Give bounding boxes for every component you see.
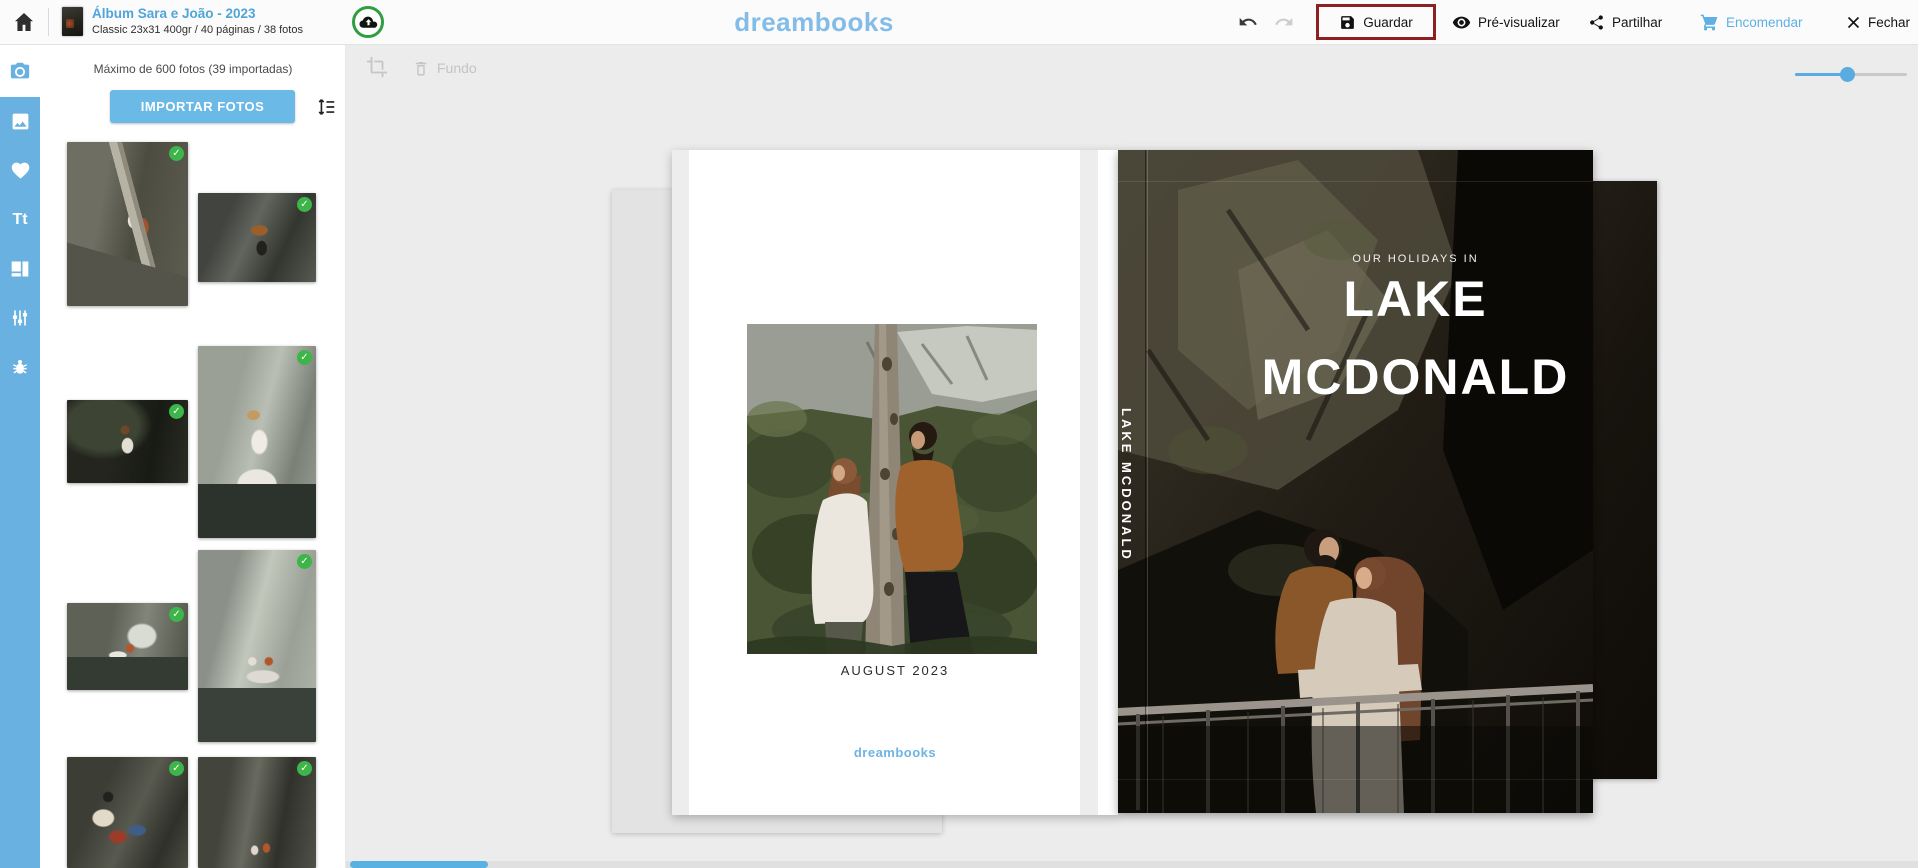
photo-thumbnail[interactable]: ✓ bbox=[198, 550, 316, 742]
save-label: Guardar bbox=[1363, 15, 1413, 30]
photo-thumbnail[interactable]: ✓ bbox=[198, 346, 316, 538]
upload-status-badge[interactable] bbox=[352, 6, 384, 38]
image-icon bbox=[10, 111, 31, 132]
front-cover-photo bbox=[1118, 150, 1593, 813]
close-button[interactable]: Fechar bbox=[1846, 0, 1910, 44]
selected-check-icon: ✓ bbox=[297, 761, 312, 776]
album-thumbnail[interactable] bbox=[62, 7, 83, 36]
crop-icon[interactable] bbox=[366, 56, 388, 78]
redo-icon[interactable] bbox=[1274, 12, 1294, 32]
back-cover-page[interactable]: TO NEVER FORGET bbox=[672, 150, 1118, 815]
bleed-strip-left bbox=[672, 150, 689, 815]
sidebar-item-photos[interactable] bbox=[0, 44, 40, 97]
save-icon bbox=[1339, 14, 1356, 31]
selected-check-icon: ✓ bbox=[169, 404, 184, 419]
spine-fold-line bbox=[1145, 150, 1146, 813]
back-cover-photo[interactable] bbox=[747, 324, 1037, 654]
bleed-strip-spine bbox=[1080, 150, 1098, 815]
header-divider bbox=[48, 8, 49, 36]
sidebar-item-adjustments[interactable] bbox=[10, 307, 31, 328]
sidebar-item-text[interactable]: Tt bbox=[10, 209, 31, 230]
share-label: Partilhar bbox=[1612, 15, 1662, 30]
photo-thumbnail[interactable]: ✓ bbox=[198, 757, 316, 868]
front-cover-kicker[interactable]: OUR HOLIDAYS IN bbox=[1238, 253, 1593, 265]
heart-icon bbox=[10, 160, 31, 181]
photo-thumbnail[interactable]: ✓ bbox=[198, 193, 316, 282]
home-button[interactable] bbox=[12, 10, 36, 34]
photo-thumbnail[interactable]: ✓ bbox=[67, 400, 188, 483]
background-tool-button[interactable]: Fundo bbox=[412, 56, 477, 80]
front-cover-title-line1[interactable]: LAKE bbox=[1238, 274, 1593, 324]
home-icon bbox=[12, 10, 36, 34]
close-label: Fechar bbox=[1868, 15, 1910, 30]
share-icon bbox=[1588, 14, 1605, 31]
import-photos-button[interactable]: IMPORTAR FOTOS bbox=[110, 90, 295, 123]
sidebar-item-layouts[interactable] bbox=[10, 258, 31, 279]
background-tool-label: Fundo bbox=[437, 60, 477, 76]
photobook-editor: Álbum Sara e João - 2023 Classic 23x31 4… bbox=[0, 0, 1918, 868]
selected-check-icon: ✓ bbox=[169, 146, 184, 161]
selected-check-icon: ✓ bbox=[297, 350, 312, 365]
save-button[interactable]: Guardar bbox=[1316, 4, 1436, 40]
cloud-upload-icon bbox=[358, 12, 379, 33]
close-icon bbox=[1846, 15, 1861, 30]
sidebar-item-images[interactable] bbox=[10, 111, 31, 132]
front-cover-page[interactable]: LAKE MCDONALD OUR HOLIDAYS IN LAKE MCDON… bbox=[1118, 150, 1593, 813]
tool-sidebar: Tt bbox=[0, 97, 40, 868]
text-tool-icon: Tt bbox=[12, 209, 27, 230]
app-logo: dreambooks bbox=[664, 7, 964, 38]
cart-icon bbox=[1700, 13, 1719, 32]
order-label: Encomendar bbox=[1726, 15, 1803, 30]
sliders-icon bbox=[10, 308, 30, 328]
sidebar-item-favorites[interactable] bbox=[10, 160, 31, 181]
photo-thumbnail[interactable]: ✓ bbox=[67, 757, 188, 868]
trash-icon bbox=[412, 59, 430, 77]
photo-limit-text: Máximo de 600 fotos (39 importadas) bbox=[40, 62, 346, 76]
top-bar: Álbum Sara e João - 2023 Classic 23x31 4… bbox=[0, 0, 1918, 45]
preview-button[interactable]: Pré-visualizar bbox=[1452, 0, 1560, 44]
bug-icon bbox=[10, 357, 30, 377]
front-cover-title-line2[interactable]: MCDONALD bbox=[1238, 352, 1593, 402]
back-cover-caption[interactable]: AUGUST 2023 bbox=[672, 663, 1118, 678]
album-subtitle: Classic 23x31 400gr / 40 páginas / 38 fo… bbox=[92, 24, 303, 36]
horizontal-scrollbar-thumb[interactable] bbox=[350, 861, 488, 868]
order-button[interactable]: Encomendar bbox=[1700, 0, 1803, 44]
layout-icon bbox=[10, 259, 30, 279]
back-cover-brand: dreambooks bbox=[672, 745, 1118, 760]
wrap-fold-line-top bbox=[1118, 181, 1593, 182]
album-title[interactable]: Álbum Sara e João - 2023 bbox=[92, 6, 256, 21]
eye-icon bbox=[1452, 13, 1471, 32]
photo-thumbnail[interactable]: ✓ bbox=[67, 142, 188, 306]
horizontal-scrollbar-track[interactable] bbox=[346, 861, 1918, 868]
camera-icon bbox=[9, 60, 31, 82]
spine-fold-highlight bbox=[1147, 150, 1148, 813]
zoom-slider-thumb[interactable] bbox=[1840, 67, 1855, 82]
selected-check-icon: ✓ bbox=[297, 197, 312, 212]
share-button[interactable]: Partilhar bbox=[1588, 0, 1662, 44]
sort-icon[interactable] bbox=[315, 96, 337, 118]
spine-title[interactable]: LAKE MCDONALD bbox=[1119, 408, 1134, 578]
selected-check-icon: ✓ bbox=[169, 761, 184, 776]
preview-label: Pré-visualizar bbox=[1478, 15, 1560, 30]
selected-check-icon: ✓ bbox=[297, 554, 312, 569]
selected-check-icon: ✓ bbox=[169, 607, 184, 622]
wrap-fold-line-bottom bbox=[1118, 779, 1593, 780]
photo-thumbnail[interactable]: ✓ bbox=[67, 603, 188, 690]
sidebar-item-debug[interactable] bbox=[10, 356, 31, 377]
undo-icon[interactable] bbox=[1238, 12, 1258, 32]
